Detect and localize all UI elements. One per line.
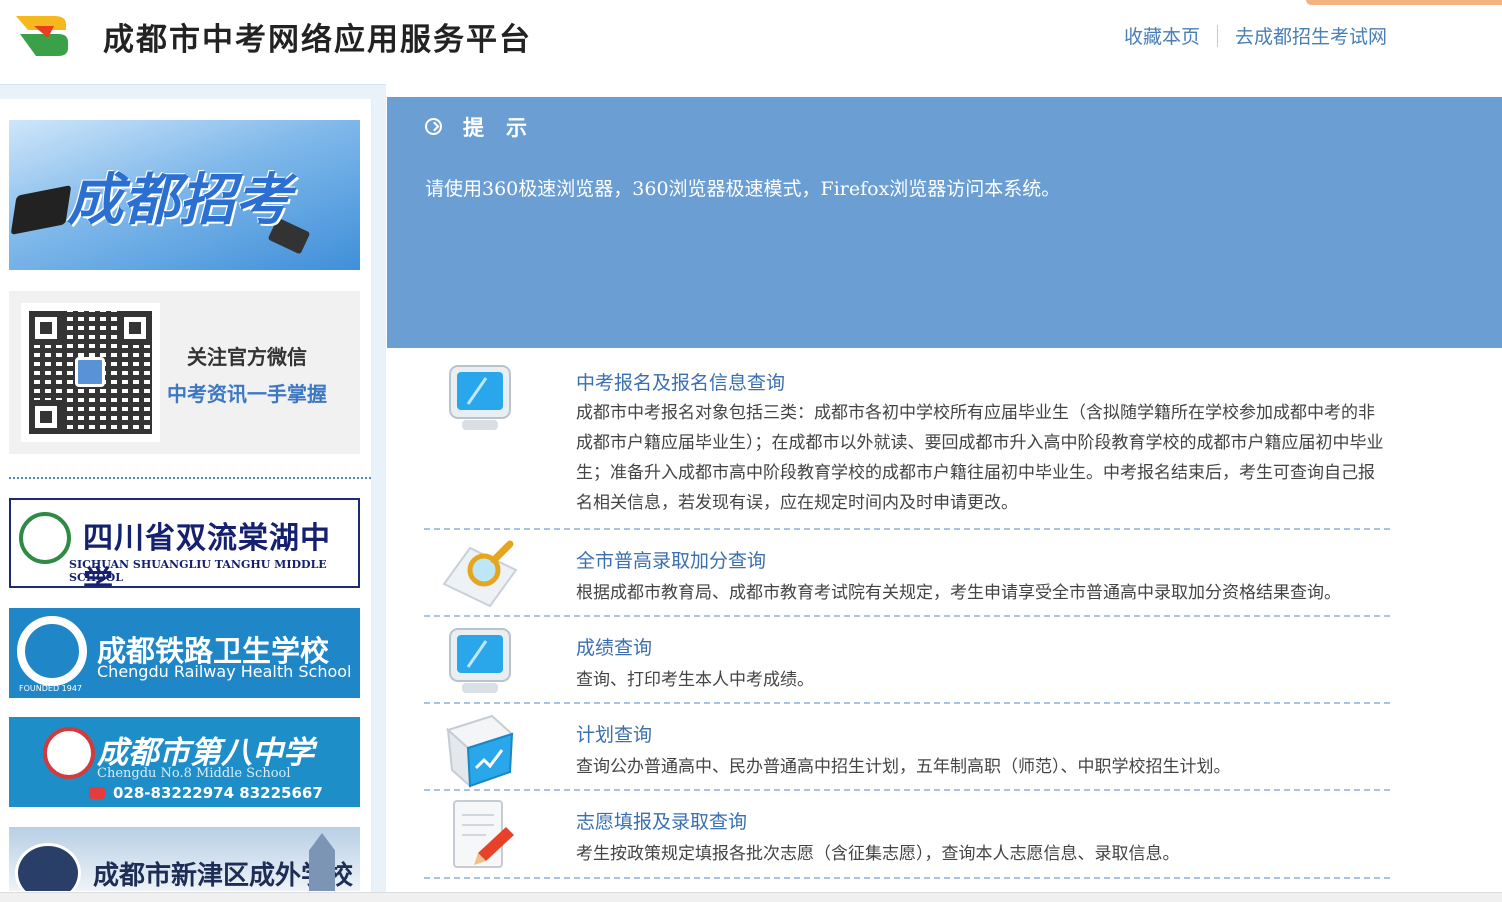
notice-message: 请使用360极速浏览器，360浏览器极速模式，Firefox浏览器访问本系统。 <box>425 178 1061 200</box>
founded-text: FOUNDED 1947 <box>19 684 83 693</box>
school-emblem-icon <box>15 843 81 891</box>
banner-text: 成都招考 <box>67 167 291 233</box>
building-icon <box>309 833 335 891</box>
bookmark-link[interactable]: 收藏本页 <box>1124 22 1200 49</box>
school-banner-railway-health[interactable]: 成都铁路卫生学校 Chengdu Railway Health School F… <box>9 608 360 698</box>
wechat-banner[interactable]: 关注官方微信 中考资讯一手掌握 <box>9 291 360 454</box>
list-item: 成绩查询 查询、打印考生本人中考成绩。 <box>424 617 1390 704</box>
header-links: 收藏本页 去成都招生考试网 <box>1124 22 1387 49</box>
school-banner-xinjin[interactable]: 成都市新津区成外学校 <box>9 827 360 891</box>
item-description: 考生按政策规定填报各批次志愿（含征集志愿），查询本人志愿信息、录取信息。 <box>576 844 1180 864</box>
wechat-line1: 关注官方微信 <box>187 345 307 369</box>
school-emblem-icon <box>17 616 87 686</box>
graduation-cap-icon <box>10 185 72 235</box>
item-title[interactable]: 中考报名及报名信息查询 <box>576 368 785 395</box>
corner-decoration <box>1306 0 1502 5</box>
list-item: 全市普高录取加分查询 根据成都市教育局、成都市教育考试院有关规定，考生申请享受全… <box>424 530 1390 617</box>
school-name-en: Chengdu Railway Health School <box>97 662 352 681</box>
site-logo-icon <box>16 16 68 56</box>
item-title[interactable]: 成绩查询 <box>576 633 652 660</box>
item-description: 成都市中考报名对象包括三类：成都市各初中学校所有应届毕业生（含拟随学籍所在学校参… <box>576 403 1384 513</box>
item-description: 查询公办普通高中、民办普通高中招生计划，五年制高职（师范）、中职学校招生计划。 <box>576 757 1231 777</box>
list-item: 中考报名及报名信息查询 成都市中考报名对象包括三类：成都市各初中学校所有应届毕业… <box>424 350 1390 530</box>
monitor-icon[interactable] <box>440 623 520 703</box>
exam-site-link[interactable]: 去成都招生考试网 <box>1235 22 1387 49</box>
qr-code-icon <box>21 303 160 442</box>
chart-box-icon[interactable] <box>440 708 520 788</box>
school-name-en: SICHUAN SHUANGLIU TANGHU MIDDLE SCHOOL <box>69 558 327 584</box>
horizontal-scrollbar[interactable] <box>0 892 1502 902</box>
notice-title: 提示 <box>463 116 549 140</box>
school-banner-no8[interactable]: 成都市第八中学 Chengdu No.8 Middle School 028-8… <box>9 717 360 807</box>
dotted-divider <box>9 477 371 479</box>
divider <box>1217 24 1219 47</box>
wechat-line2: 中考资讯一手掌握 <box>167 382 327 406</box>
header: 成都市中考网络应用服务平台 收藏本页 去成都招生考试网 <box>0 0 1502 84</box>
service-list: 中考报名及报名信息查询 成都市中考报名对象包括三类：成都市各初中学校所有应届毕业… <box>424 350 1390 879</box>
document-pen-icon[interactable] <box>440 795 520 875</box>
phone-icon <box>89 787 105 799</box>
site-title: 成都市中考网络应用服务平台 <box>103 22 532 58</box>
notice-panel: 提示 请使用360极速浏览器，360浏览器极速模式，Firefox浏览器访问本系… <box>387 97 1502 348</box>
item-title[interactable]: 志愿填报及录取查询 <box>576 807 747 834</box>
item-description: 根据成都市教育局、成都市教育考试院有关规定，考生申请享受全市普通高中录取加分资格… <box>576 583 1341 603</box>
school-emblem-icon <box>19 512 71 564</box>
list-item: 计划查询 查询公办普通高中、民办普通高中招生计划，五年制高职（师范）、中职学校招… <box>424 704 1390 791</box>
school-name-en: Chengdu No.8 Middle School <box>97 766 291 781</box>
school-phone: 028-83222974 83225667 <box>113 784 323 802</box>
chengdu-zhaokao-banner[interactable]: 成都招考 <box>9 120 360 270</box>
item-description: 查询、打印考生本人中考成绩。 <box>576 670 814 690</box>
item-title[interactable]: 全市普高录取加分查询 <box>576 546 766 573</box>
list-item: 志愿填报及录取查询 考生按政策规定填报各批次志愿（含征集志愿），查询本人志愿信息… <box>424 791 1390 879</box>
magnifier-icon[interactable] <box>440 534 520 614</box>
arrow-circle-icon <box>425 118 442 135</box>
item-title[interactable]: 计划查询 <box>576 720 652 747</box>
monitor-icon[interactable] <box>440 360 520 440</box>
school-emblem-icon <box>43 727 95 779</box>
school-banner-tanghu[interactable]: 四川省双流棠湖中学 SICHUAN SHUANGLIU TANGHU MIDDL… <box>9 498 360 588</box>
